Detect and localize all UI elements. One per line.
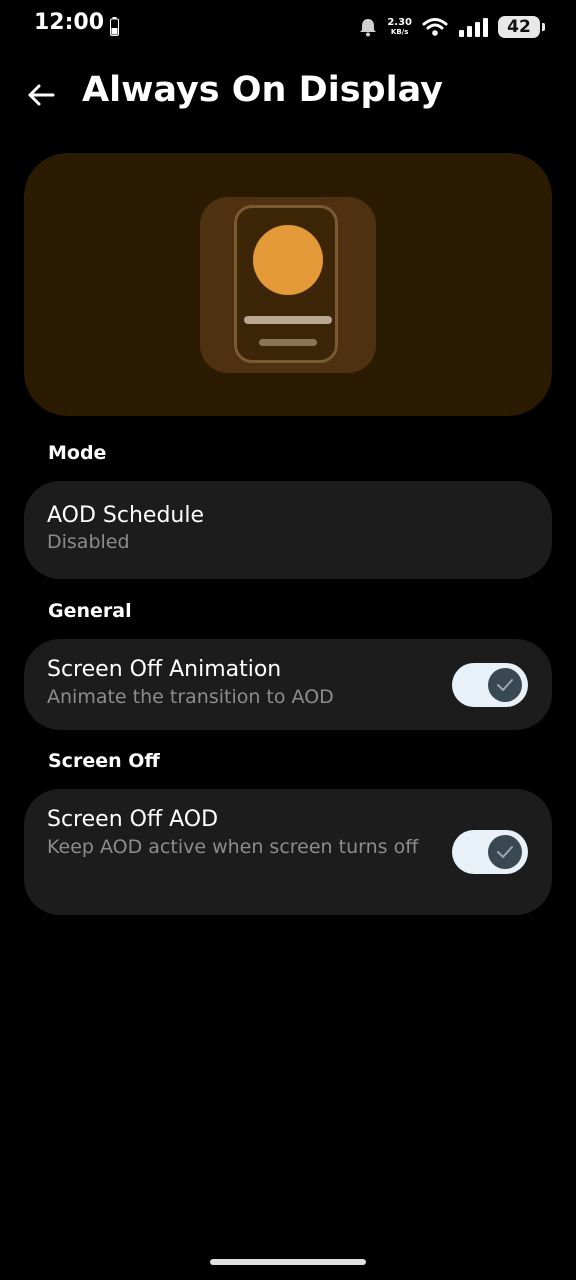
app-bar: Always On Display <box>0 62 576 126</box>
arrow-left-icon <box>28 84 55 106</box>
screen-off-animation-toggle[interactable] <box>452 663 528 707</box>
net-speed-unit: KB/s <box>390 28 409 36</box>
battery-level: 42 <box>507 17 531 37</box>
signal-icon <box>459 18 488 37</box>
clock-circle-illustration <box>253 225 323 295</box>
section-label-mode: Mode <box>48 442 107 464</box>
battery-indicator: 42 <box>498 16 545 38</box>
screen-off-animation-title: Screen Off Animation <box>47 657 282 682</box>
status-time: 12:00 <box>34 10 105 35</box>
toggle-knob <box>488 835 522 869</box>
wifi-icon <box>422 18 448 36</box>
aod-schedule-subtitle: Disabled <box>47 531 130 553</box>
aod-schedule-item[interactable]: AOD Schedule Disabled <box>24 481 552 579</box>
aod-preview-illustration <box>24 153 552 416</box>
screen-off-animation-item[interactable]: Screen Off Animation Animate the transit… <box>24 639 552 730</box>
net-speed: 2.30 KB/s <box>387 18 412 36</box>
phone-illustration <box>234 205 338 363</box>
home-indicator[interactable] <box>210 1259 366 1265</box>
back-button[interactable] <box>22 76 60 114</box>
screen-off-aod-item[interactable]: Screen Off AOD Keep AOD active when scre… <box>24 789 552 915</box>
check-icon <box>497 846 513 858</box>
text-line-illustration <box>244 316 332 324</box>
alarm-icon <box>360 19 377 37</box>
screen-off-aod-toggle[interactable] <box>452 830 528 874</box>
section-label-screen-off: Screen Off <box>48 750 160 772</box>
toggle-knob <box>488 668 522 702</box>
page-title: Always On Display <box>82 70 443 110</box>
net-speed-value: 2.30 <box>387 17 412 28</box>
battery-low-icon <box>110 17 119 36</box>
screen-off-animation-subtitle: Animate the transition to AOD <box>47 686 334 708</box>
text-line-illustration <box>259 339 317 346</box>
section-label-general: General <box>48 600 132 622</box>
status-bar: 12:00 2.30 KB/s 42 <box>0 0 576 56</box>
preview-tile <box>200 197 376 373</box>
check-icon <box>497 679 513 691</box>
screen-off-aod-subtitle: Keep AOD active when screen turns off <box>47 836 419 858</box>
screen-off-aod-title: Screen Off AOD <box>47 807 219 832</box>
